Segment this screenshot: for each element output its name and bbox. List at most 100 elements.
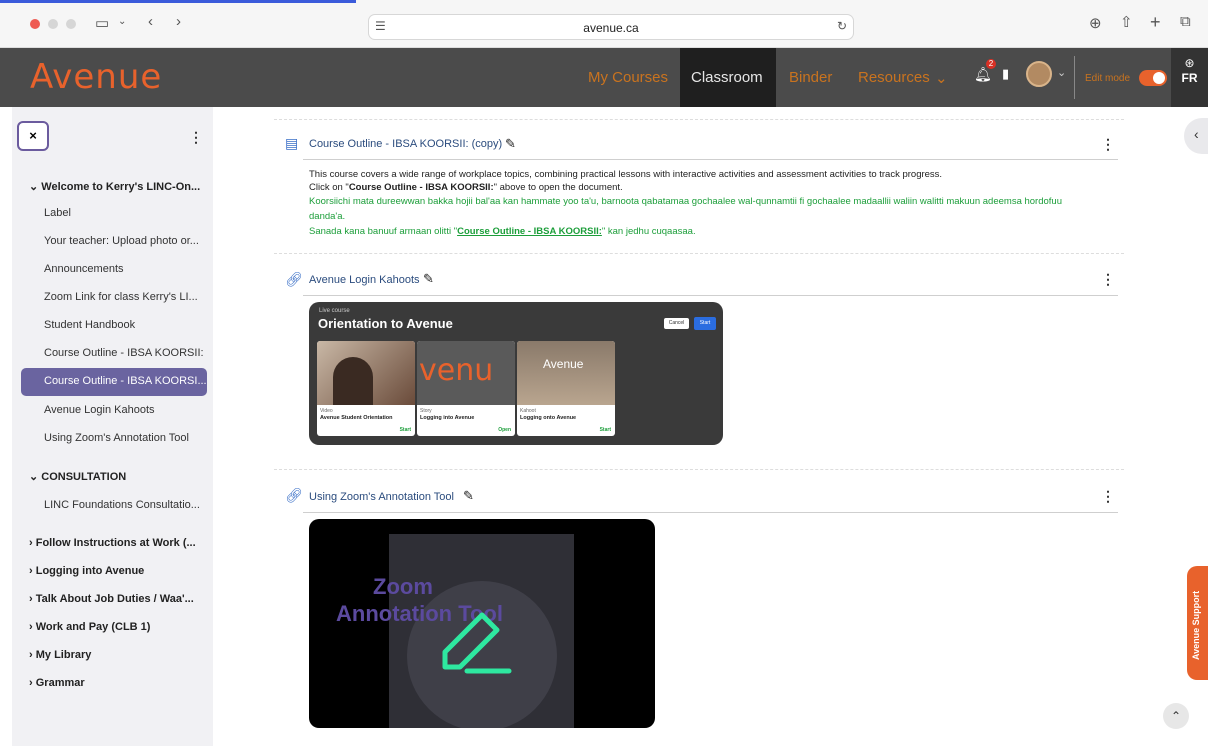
- tab-overview-icon[interactable]: ⧉: [1180, 13, 1191, 30]
- divider: [303, 159, 1118, 160]
- edit-pencil-icon[interactable]: ✎: [463, 488, 474, 504]
- section-welcome[interactable]: ⌄ Welcome to Kerry's LINC-On...: [29, 180, 200, 193]
- nav-resources[interactable]: Resources: [858, 69, 930, 86]
- divider: [274, 253, 1124, 254]
- nav-classroom[interactable]: Classroom: [680, 48, 776, 107]
- pencil-icon: [442, 612, 512, 674]
- avenue-logo[interactable]: Avenue: [30, 57, 162, 97]
- section-consultation[interactable]: ⌄ CONSULTATION: [29, 470, 126, 483]
- link-icon: 🔗︎: [285, 271, 303, 287]
- tile-action[interactable]: Open: [498, 427, 511, 433]
- forward-icon[interactable]: ›: [176, 13, 181, 30]
- avenue-logo-image: Avenue: [543, 357, 584, 371]
- sidebar-toggle-icon[interactable]: ▭: [95, 14, 109, 32]
- sidebar-item-course-outline[interactable]: Course Outline - IBSA KOORSII:: [44, 347, 204, 359]
- divider: [303, 512, 1118, 513]
- nav-my-courses[interactable]: My Courses: [588, 69, 668, 86]
- kahoots-preview-card[interactable]: Live course Orientation to Avenue Cancel…: [309, 302, 723, 445]
- person-image: [333, 357, 373, 405]
- section-title: CONSULTATION: [41, 471, 127, 483]
- sidebar-item-kahoots[interactable]: Avenue Login Kahoots: [44, 404, 155, 416]
- chevron-down-icon[interactable]: ⌄: [118, 16, 126, 27]
- maximize-window-button[interactable]: [66, 19, 76, 29]
- scroll-to-top-button[interactable]: ⌃: [1163, 703, 1189, 729]
- reload-icon[interactable]: ↻: [837, 19, 847, 33]
- tile-action[interactable]: Start: [600, 427, 611, 433]
- activity-title-kahoots[interactable]: Avenue Login Kahoots: [309, 274, 420, 286]
- course-outline-link[interactable]: Course Outline - IBSA KOORSII:: [457, 226, 602, 237]
- tile-name: Logging onto Avenue: [520, 415, 577, 421]
- start-button[interactable]: Start: [694, 317, 716, 330]
- close-window-button[interactable]: [30, 19, 40, 29]
- kebab-menu-icon[interactable]: ⋮: [1101, 271, 1115, 288]
- kebab-menu-icon[interactable]: ⋮: [189, 129, 203, 146]
- edit-pencil-icon[interactable]: ✎: [423, 271, 434, 287]
- divider: [303, 295, 1118, 296]
- kebab-menu-icon[interactable]: ⋮: [1101, 136, 1115, 153]
- description-line-oromo: Sanada kana banuuf armaan olitti "Course…: [309, 226, 696, 237]
- section-logging-into-avenue[interactable]: › Logging into Avenue: [29, 565, 144, 577]
- sidebar-item-zoom-annotation[interactable]: Using Zoom's Annotation Tool: [44, 432, 189, 444]
- section-title: Talk About Job Duties / Waa'...: [35, 593, 194, 605]
- section-job-duties[interactable]: › Talk About Job Duties / Waa'...: [29, 593, 194, 605]
- language-switch[interactable]: ⊛ FR: [1171, 48, 1208, 107]
- description-line: Click on "Course Outline - IBSA KOORSII:…: [309, 182, 623, 193]
- zoom-annotation-video[interactable]: Zoom Annotation Tool: [309, 519, 655, 728]
- section-my-library[interactable]: › My Library: [29, 649, 91, 661]
- sidebar-item-teacher-photo[interactable]: Your teacher: Upload photo or...: [44, 235, 199, 247]
- sidebar-item-handbook[interactable]: Student Handbook: [44, 319, 135, 331]
- description-bold: Course Outline - IBSA KOORSII:: [348, 182, 494, 193]
- description-text: Click on ": [309, 182, 349, 193]
- cancel-button[interactable]: Cancel: [664, 318, 689, 329]
- edit-mode-toggle[interactable]: [1139, 70, 1167, 86]
- address-bar[interactable]: ☰ avenue.ca ↻: [368, 14, 854, 40]
- tab-indicator: [0, 0, 356, 3]
- chevron-down-icon[interactable]: ⌄: [935, 69, 948, 87]
- nav-binder[interactable]: Binder: [789, 69, 832, 86]
- messages-icon[interactable]: ▮: [1002, 66, 1009, 82]
- url-text: avenue.ca: [583, 21, 639, 35]
- avatar[interactable]: [1026, 61, 1052, 87]
- tile-action[interactable]: Start: [400, 427, 411, 433]
- edit-pencil-icon[interactable]: ✎: [505, 136, 516, 152]
- description-line: This course covers a wide range of workp…: [309, 169, 943, 180]
- story-thumbnail: venu: [417, 341, 515, 405]
- section-title: My Library: [35, 649, 92, 661]
- support-label: Avenue Support: [1191, 590, 1201, 660]
- tile-story[interactable]: venu Story Logging into Avenue Open: [417, 341, 515, 436]
- section-follow-instructions[interactable]: › Follow Instructions at Work (...: [29, 537, 196, 549]
- section-work-and-pay[interactable]: › Work and Pay (CLB 1): [29, 621, 150, 633]
- back-icon[interactable]: ‹: [148, 13, 153, 30]
- description-text: Sanada kana banuuf armaan olitti ": [309, 226, 458, 237]
- tile-type: Video: [320, 408, 333, 414]
- minimize-window-button[interactable]: [48, 19, 58, 29]
- download-icon[interactable]: ⊕: [1089, 14, 1102, 32]
- avenue-logo-image: venu: [419, 353, 494, 388]
- section-title: Logging into Avenue: [35, 565, 145, 577]
- section-title: Work and Pay (CLB 1): [35, 621, 151, 633]
- tile-video[interactable]: Video Avenue Student Orientation Start: [317, 341, 415, 436]
- share-icon[interactable]: ⇧: [1120, 13, 1133, 31]
- close-drawer-button[interactable]: ×: [17, 121, 49, 151]
- sidebar-item-zoom-link[interactable]: Zoom Link for class Kerry's LI...: [44, 291, 198, 303]
- browser-toolbar: ▭ ⌄ ‹ › ☰ avenue.ca ↻ ⊕ ⇧ + ⧉: [0, 0, 1208, 48]
- link-icon: 🔗︎: [285, 487, 303, 503]
- tile-kahoot[interactable]: Avenue Kahoot Logging onto Avenue Start: [517, 341, 615, 436]
- sidebar-item-label[interactable]: Label: [44, 207, 71, 219]
- sidebar-item-announcements[interactable]: Announcements: [44, 263, 124, 275]
- course-index-drawer: × ⋮ ⌄ Welcome to Kerry's LINC-On... Labe…: [12, 107, 213, 746]
- sidebar-item-course-outline-copy[interactable]: Course Outline - IBSA KOORSI...: [21, 368, 207, 396]
- description-text: " above to open the document.: [493, 182, 623, 193]
- chevron-down-icon[interactable]: ⌄: [1057, 66, 1066, 79]
- sidebar-item-linc-consultation[interactable]: LINC Foundations Consultatio...: [44, 499, 200, 511]
- avenue-support-tab[interactable]: Avenue Support: [1187, 566, 1208, 680]
- new-tab-icon[interactable]: +: [1150, 12, 1161, 33]
- activity-title-zoom-annotation[interactable]: Using Zoom's Annotation Tool: [309, 491, 454, 503]
- tile-type: Story: [420, 408, 432, 414]
- card-title: Orientation to Avenue: [318, 316, 453, 331]
- video-thumbnail: [317, 341, 415, 405]
- activity-title-course-outline[interactable]: Course Outline - IBSA KOORSII: (copy): [309, 138, 502, 150]
- edit-mode-label: Edit mode: [1085, 73, 1131, 84]
- section-grammar[interactable]: › Grammar: [29, 677, 85, 689]
- kebab-menu-icon[interactable]: ⋮: [1101, 488, 1115, 505]
